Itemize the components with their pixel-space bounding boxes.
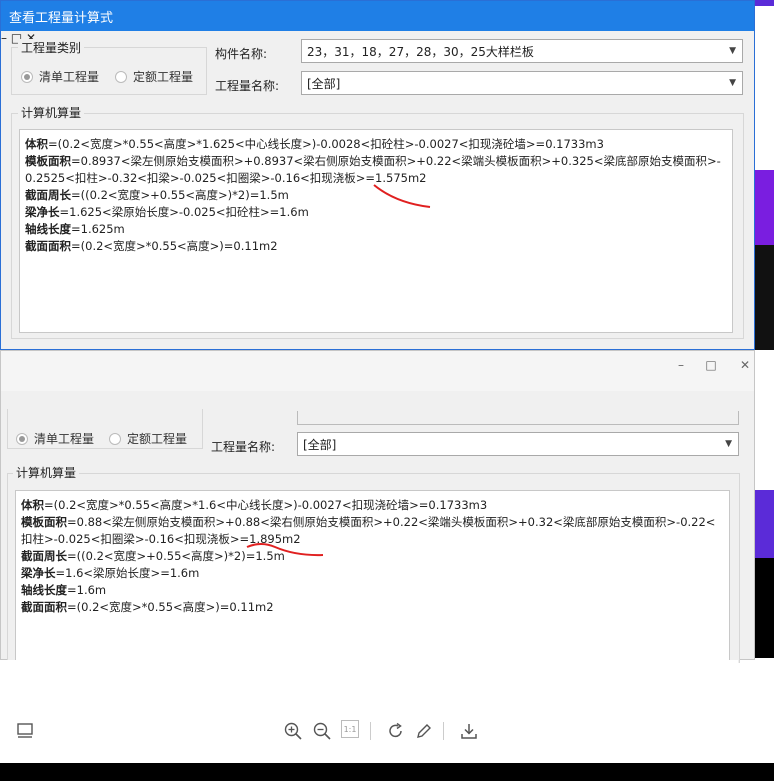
quantity-name-select-2[interactable]: [全部] ▼ xyxy=(297,432,739,456)
formula-line: 截面面积=(0.2<宽度>*0.55<高度>)=0.11m2 xyxy=(21,600,274,614)
close-icon[interactable]: ✕ xyxy=(735,355,755,375)
component-name-label: 构件名称: xyxy=(215,47,268,61)
radio-unchecked-icon xyxy=(109,432,121,445)
download-icon[interactable] xyxy=(458,720,480,742)
calc-formula-text[interactable]: 体积=(0.2<宽度>*0.55<高度>*1.625<中心线长度>)-0.002… xyxy=(19,129,733,333)
zoom-out-icon[interactable] xyxy=(311,720,333,742)
title-bar-2[interactable] xyxy=(1,351,754,391)
rotate-icon[interactable] xyxy=(385,720,407,742)
minimize-icon[interactable]: – xyxy=(671,355,691,375)
formula-line: 体积=(0.2<宽度>*0.55<高度>*1.6<中心线长度>)-0.0027<… xyxy=(21,498,488,512)
title-bar[interactable]: 查看工程量计算式 xyxy=(1,1,754,31)
background-strip xyxy=(755,0,774,6)
background-strip xyxy=(755,245,774,350)
red-annotation-stroke xyxy=(246,543,324,557)
formula-window-2: – □ ✕ 清单工程量 定额工程量 工程量名称: [全部] ▼ 计算机算量 体积… xyxy=(0,350,755,663)
radio-label: 定额工程量 xyxy=(127,432,188,446)
calc-legend-2: 计算机算量 xyxy=(13,464,80,481)
radio-bill-quantity-2[interactable]: 清单工程量 xyxy=(16,430,94,447)
radio-label: 清单工程量 xyxy=(34,432,95,446)
chevron-down-icon: ▼ xyxy=(725,439,732,449)
actual-size-icon[interactable]: 1:1 xyxy=(341,720,359,738)
quantity-name-select[interactable]: [全部] ▼ xyxy=(301,71,743,95)
quantity-name-label: 工程量名称: xyxy=(211,440,276,454)
component-name-value: 23，31，18，27，28，30，25大样栏板 xyxy=(307,44,534,59)
quantity-name-value: [全部] xyxy=(303,437,337,452)
background-strip xyxy=(752,490,774,558)
formula-line: 截面周长=((0.2<宽度>+0.55<高度>)*2)=1.5m xyxy=(21,549,285,563)
radio-norm-quantity-2[interactable]: 定额工程量 xyxy=(109,430,187,447)
maximize-icon[interactable]: □ xyxy=(701,355,721,375)
quantity-name-value: [全部] xyxy=(307,76,341,91)
formula-line: 梁净长=1.6<梁原始长度>=1.6m xyxy=(21,566,200,580)
viewer-toolbar: 1:1 xyxy=(0,660,738,763)
formula-line: 截面面积=(0.2<宽度>*0.55<高度>)=0.11m2 xyxy=(25,239,278,253)
toolbar-divider xyxy=(443,722,444,740)
formula-line: 模板面积=0.88<梁左侧原始支模面积>+0.88<梁右侧原始支模面积>+0.2… xyxy=(21,515,716,546)
calc-legend: 计算机算量 xyxy=(18,104,85,121)
minimize-icon[interactable]: – xyxy=(1,31,7,45)
formula-line: 轴线长度=1.6m xyxy=(21,583,107,597)
zoom-in-icon[interactable] xyxy=(282,720,304,742)
radio-checked-icon xyxy=(21,70,33,83)
radio-label: 定额工程量 xyxy=(133,70,194,84)
radio-unchecked-icon xyxy=(115,70,127,83)
toolbar-divider xyxy=(370,722,371,740)
chevron-down-icon: ▼ xyxy=(729,46,736,56)
radio-norm-quantity[interactable]: 定额工程量 xyxy=(115,68,193,85)
radio-bill-quantity[interactable]: 清单工程量 xyxy=(21,68,99,85)
component-name-select-partial[interactable] xyxy=(297,411,739,425)
formula-line: 体积=(0.2<宽度>*0.55<高度>*1.625<中心线长度>)-0.002… xyxy=(25,137,604,151)
red-annotation-stroke xyxy=(373,184,431,208)
calc-formula-text-2[interactable]: 体积=(0.2<宽度>*0.55<高度>*1.6<中心线长度>)-0.0027<… xyxy=(15,490,730,662)
chevron-down-icon: ▼ xyxy=(729,78,736,88)
edit-icon[interactable] xyxy=(413,720,435,742)
radio-checked-icon xyxy=(16,432,28,445)
layout-icon[interactable] xyxy=(14,720,36,742)
formula-line: 轴线长度=1.625m xyxy=(25,222,125,236)
quantity-name-label: 工程量名称: xyxy=(215,79,280,93)
quantity-category-legend: 工程量类别 xyxy=(18,39,85,56)
background-strip xyxy=(0,763,774,781)
component-name-select[interactable]: 23，31，18，27，28，30，25大样栏板 ▼ xyxy=(301,39,743,63)
window-title: 查看工程量计算式 xyxy=(9,10,114,26)
radio-label: 清单工程量 xyxy=(39,70,100,84)
formula-window-1: 查看工程量计算式 – □ ✕ 工程量类别 清单工程量 定额工程量 构件名称: 2… xyxy=(0,0,755,350)
background-strip xyxy=(755,170,774,245)
